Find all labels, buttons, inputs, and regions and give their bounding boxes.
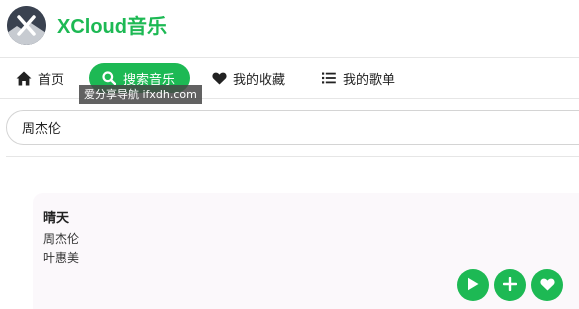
plus-icon (502, 276, 518, 295)
song-artist: 周杰伦 (43, 232, 80, 246)
list-icon (321, 70, 337, 86)
add-to-playlist-button[interactable] (494, 269, 526, 301)
home-icon (16, 70, 32, 86)
search-divider (6, 156, 579, 157)
app-logo (7, 6, 46, 45)
watermark-label: 爱分享导航 ifxdh.com (79, 85, 202, 104)
nav-item-label: 我的收藏 (233, 72, 286, 88)
app-root: XCloud音乐 首页 搜索音乐 我的收藏 我的歌单 爱分享导航 ifxdh.c… (0, 0, 579, 309)
app-title: XCloud音乐 (57, 16, 167, 38)
nav-item-favorites[interactable]: 我的收藏 (211, 63, 285, 93)
heart-icon (211, 70, 227, 86)
search-icon (101, 70, 117, 86)
app-header: XCloud音乐 (0, 0, 579, 58)
nav-item-playlists[interactable]: 我的歌单 (321, 63, 395, 93)
song-album: 叶惠美 (43, 251, 80, 265)
nav-item-label: 首页 (38, 72, 65, 88)
nav-item-home[interactable]: 首页 (16, 63, 64, 93)
search-input[interactable] (6, 110, 579, 145)
play-icon (467, 276, 479, 295)
heart-icon (539, 276, 555, 295)
song-card: 晴天 周杰伦 叶惠美 (33, 193, 579, 309)
favorite-button[interactable] (531, 269, 563, 301)
play-button[interactable] (457, 269, 489, 301)
song-title: 晴天 (43, 211, 70, 226)
nav-item-label: 我的歌单 (343, 72, 396, 88)
